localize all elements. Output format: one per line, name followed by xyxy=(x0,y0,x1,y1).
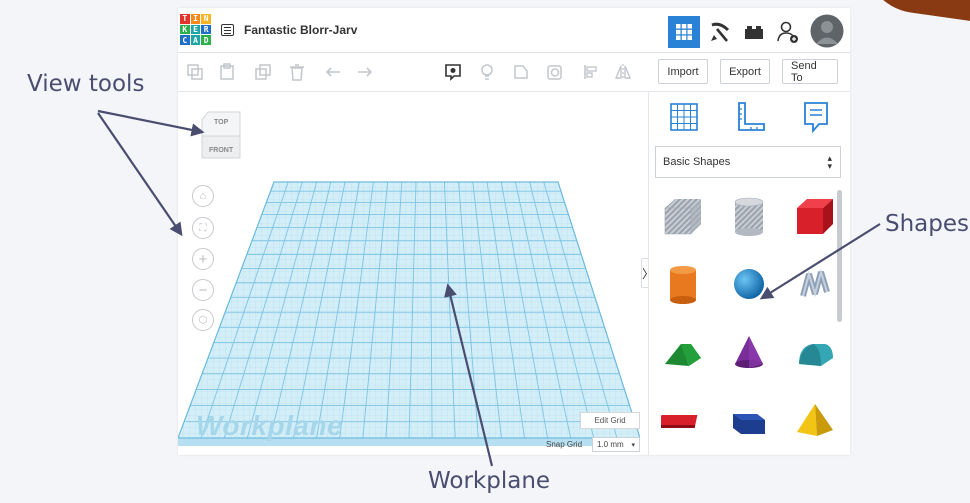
paste-icon[interactable] xyxy=(218,63,236,81)
select-arrows-icon: ▴ ▾ xyxy=(827,153,832,171)
workplane-label: Workplane xyxy=(196,410,344,441)
fit-all-button[interactable]: ⛶ xyxy=(192,217,214,239)
snap-grid-select[interactable]: 1.0 mm ▾ xyxy=(592,437,640,452)
top-bar: T I N K E R C A D Fantastic Blorr-Jarv xyxy=(178,8,850,53)
design-canvas[interactable]: TOP FRONT ⌂ ⛶ + − ⬡ Workplane Edit Grid … xyxy=(178,92,640,455)
cone-shape[interactable] xyxy=(725,328,773,376)
scrollbar-thumb[interactable] xyxy=(837,190,842,322)
zoom-out-icon: − xyxy=(198,281,208,299)
roof-shape[interactable] xyxy=(659,328,707,376)
bricks-button[interactable] xyxy=(738,16,770,48)
pyramid-icon xyxy=(797,404,833,436)
box-icon xyxy=(797,199,833,234)
import-button[interactable]: Import xyxy=(658,59,708,84)
chevron-down-icon: ▾ xyxy=(631,441,635,449)
delete-icon[interactable] xyxy=(288,63,306,81)
edit-toolbar: Import Export Send To xyxy=(178,53,850,92)
redo-icon[interactable] xyxy=(356,63,374,81)
scribble-shape[interactable] xyxy=(791,260,839,308)
half-box-shape[interactable] xyxy=(725,396,773,444)
tinkercad-logo[interactable]: T I N K E R C A D xyxy=(180,14,211,45)
bricks-icon xyxy=(745,26,763,39)
ortho-view-icon: ⬡ xyxy=(198,314,208,326)
shape-outline-icon[interactable] xyxy=(512,63,530,81)
cylinder-hole-shape[interactable] xyxy=(725,192,773,240)
cylinder-hole-icon xyxy=(734,197,764,236)
invite-user-button[interactable] xyxy=(772,16,804,48)
box-hole-shape[interactable] xyxy=(659,192,707,240)
annotation-view-tools: View tools xyxy=(27,71,145,97)
sphere-icon xyxy=(734,269,764,299)
align-icon[interactable] xyxy=(582,63,600,81)
copy-icon[interactable] xyxy=(186,63,204,81)
pyramid-shape[interactable] xyxy=(791,396,839,444)
light-bulb-icon[interactable] xyxy=(478,63,496,81)
avatar[interactable] xyxy=(810,14,844,48)
round-roof-shape[interactable] xyxy=(791,328,839,376)
duplicate-icon[interactable] xyxy=(254,63,272,81)
home-view-button[interactable]: ⌂ xyxy=(192,185,214,207)
avatar-icon xyxy=(810,14,844,48)
box-shape[interactable] xyxy=(791,192,839,240)
text-shape[interactable] xyxy=(659,396,707,444)
zoom-in-icon: + xyxy=(198,250,208,268)
notes-icon[interactable] xyxy=(799,100,833,134)
ruler-icon[interactable] xyxy=(733,100,767,134)
viewcube-top-label: TOP xyxy=(214,119,229,126)
fit-all-icon: ⛶ xyxy=(199,222,207,234)
group-icon[interactable] xyxy=(546,63,564,81)
mirror-icon[interactable] xyxy=(614,63,632,81)
text-icon xyxy=(661,415,698,428)
codeblocks-button[interactable] xyxy=(704,16,736,48)
home-view-icon: ⌂ xyxy=(199,190,207,202)
design-menu-icon[interactable] xyxy=(221,24,234,36)
workplane-grid[interactable] xyxy=(178,92,640,455)
add-user-icon xyxy=(777,21,798,43)
export-button[interactable]: Export xyxy=(720,59,770,84)
scribble-icon xyxy=(800,268,830,298)
edit-grid-button[interactable]: Edit Grid xyxy=(580,412,640,429)
3d-design-button[interactable] xyxy=(668,16,700,48)
round-roof-icon xyxy=(799,344,833,366)
3d-design-grid-icon xyxy=(676,24,692,40)
annotation-shapes: Shapes xyxy=(885,211,970,237)
notes-icon[interactable] xyxy=(444,63,462,81)
tinkercad-window: T I N K E R C A D Fantastic Blorr-Jarv I… xyxy=(178,8,850,455)
project-title[interactable]: Fantastic Blorr-Jarv xyxy=(244,23,357,37)
snap-grid-label: Snap Grid xyxy=(546,440,583,449)
arrow-to-view-tools xyxy=(97,112,183,237)
cylinder-icon xyxy=(670,266,696,304)
shape-category-select[interactable]: Basic Shapes ▴ ▾ xyxy=(655,146,841,178)
box-hole-icon xyxy=(664,199,701,235)
viewcube-front-label: FRONT xyxy=(209,147,234,154)
shapes-scrollbar[interactable] xyxy=(837,184,842,424)
zoom-out-button[interactable]: − xyxy=(192,279,214,301)
ortho-view-button[interactable]: ⬡ xyxy=(192,309,214,331)
workplane-grid-icon[interactable] xyxy=(667,100,701,134)
annotation-workplane: Workplane xyxy=(428,468,551,494)
cylinder-shape[interactable] xyxy=(659,260,707,308)
cone-icon xyxy=(735,336,763,368)
undo-icon[interactable] xyxy=(324,63,342,81)
codeblocks-pickaxe-icon xyxy=(711,22,730,42)
zoom-in-button[interactable]: + xyxy=(192,248,214,270)
slide-corner-decoration xyxy=(856,0,970,25)
shapes-panel: Basic Shapes ▴ ▾ xyxy=(648,92,850,455)
roof-icon xyxy=(665,344,701,366)
sphere-shape[interactable] xyxy=(725,260,773,308)
send-to-button[interactable]: Send To xyxy=(782,59,838,84)
half-box-icon xyxy=(733,414,765,434)
